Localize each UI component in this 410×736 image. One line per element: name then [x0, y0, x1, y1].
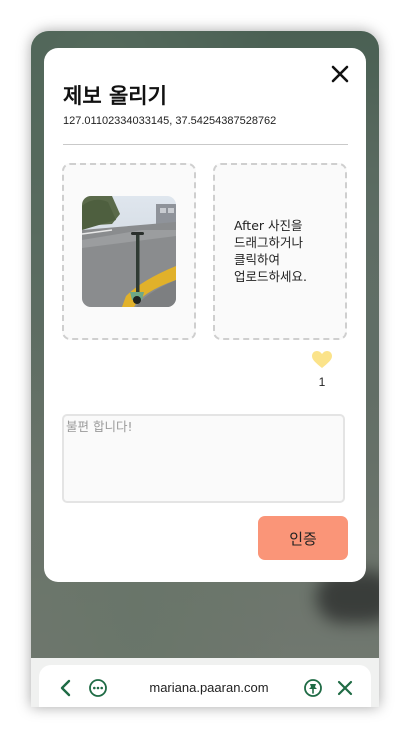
location-coordinates: 127.01102334033145, 37.54254387528762 — [63, 115, 277, 127]
after-photo-upload[interactable]: After 사진을 드래그하거나 클릭하여 업로드하세요. — [213, 163, 347, 340]
close-icon — [337, 680, 353, 696]
report-modal: 제보 올리기 127.01102334033145, 37.5425438752… — [44, 48, 366, 582]
heart-icon — [312, 351, 332, 368]
submit-button[interactable]: 인증 — [258, 516, 348, 560]
pin-icon — [304, 679, 322, 697]
like-button[interactable] — [312, 351, 332, 369]
like-count: 1 — [318, 375, 326, 389]
after-upload-prompt: After 사진을 드래그하거나 클릭하여 업로드하세요. — [234, 218, 307, 284]
before-photo-upload[interactable] — [62, 163, 196, 340]
url-display[interactable]: mariana.paaran.com — [139, 680, 279, 695]
exit-button[interactable] — [335, 678, 355, 698]
divider — [63, 144, 348, 145]
complaint-textarea[interactable] — [62, 414, 345, 503]
more-button[interactable] — [88, 678, 108, 698]
browser-address-bar: mariana.paaran.com — [39, 665, 371, 707]
close-icon — [331, 65, 349, 83]
chevron-left-icon — [60, 679, 71, 697]
more-icon — [89, 679, 107, 697]
browser-toolbar: mariana.paaran.com — [31, 658, 379, 707]
before-photo — [82, 196, 176, 307]
scooter-photo — [82, 196, 176, 307]
close-modal-button[interactable] — [329, 63, 351, 85]
page-title: 제보 올리기 — [63, 84, 167, 108]
pin-button[interactable] — [303, 678, 323, 698]
back-button[interactable] — [56, 678, 76, 698]
